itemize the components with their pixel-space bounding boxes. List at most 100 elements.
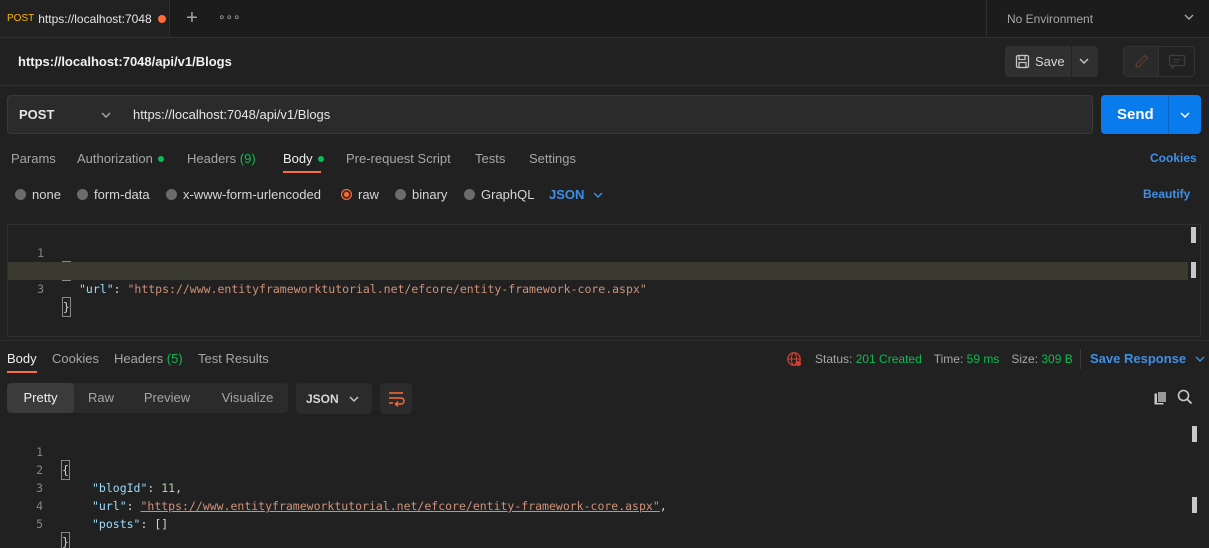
beautify-link[interactable]: Beautify [1143, 187, 1190, 201]
radio-none[interactable]: none [15, 187, 61, 202]
json-value: [] [154, 517, 169, 531]
code-line: 3 "url": "https://www.entityframeworktut… [7, 461, 1187, 513]
tab-params[interactable]: Params [11, 151, 56, 166]
environment-label: No Environment [1007, 11, 1094, 26]
status-dot-icon [317, 155, 324, 162]
json-key: "posts" [92, 517, 141, 531]
search-icon[interactable] [1177, 389, 1193, 405]
size-label: Size: [1011, 352, 1039, 366]
method-select[interactable]: POST [7, 95, 123, 134]
radio-graphql[interactable]: GraphQL [464, 187, 534, 202]
tab-url: https://localhost:7048 [38, 11, 152, 26]
code-line: 4 "posts": [] [7, 479, 1187, 531]
scrollbar-marker [1191, 262, 1196, 278]
resp-tab-headers[interactable]: Headers (5) [114, 351, 183, 366]
resp-tab-test-results[interactable]: Test Results [198, 351, 269, 366]
chevron-down-icon [1195, 356, 1205, 362]
wrap-lines-icon [389, 392, 405, 407]
save-response-button[interactable]: Save Response [1090, 351, 1206, 366]
view-pretty[interactable]: Pretty [7, 383, 74, 413]
comment-icon[interactable] [1168, 54, 1186, 70]
line-number: 3 [37, 282, 44, 296]
save-button[interactable]: Save [1005, 46, 1098, 77]
tab-headers[interactable]: Headers (9) [187, 151, 256, 166]
docs-toggle-group [1123, 46, 1195, 77]
resp-tab-body[interactable]: Body [7, 351, 37, 366]
send-button[interactable]: Send [1101, 95, 1201, 134]
body-format-select[interactable]: JSON [549, 187, 604, 202]
request-title: https://localhost:7048/api/v1/Blogs [18, 54, 232, 69]
request-body-editor[interactable]: 1 { 2 "url": "https://www.entityframewor… [7, 224, 1201, 337]
status-dot-icon [157, 155, 164, 162]
json-sep: : [113, 282, 128, 296]
json-key: "url" [79, 282, 114, 296]
copy-icon[interactable] [1153, 390, 1169, 406]
radio-icon [77, 189, 88, 201]
unsaved-dot-icon [158, 14, 167, 23]
radio-graphql-label: GraphQL [481, 187, 535, 202]
wrap-lines-button[interactable] [380, 383, 412, 414]
radio-raw[interactable]: raw [341, 187, 379, 202]
environment-select[interactable]: No Environment [986, 0, 1209, 37]
code-line: 2 "blogId": 11, [7, 443, 1187, 495]
chevron-down-icon [101, 112, 111, 118]
chevron-down-icon[interactable] [1178, 108, 1192, 122]
scrollbar[interactable] [1191, 227, 1196, 243]
scrollbar[interactable] [1192, 426, 1197, 442]
code-text: "url": "https://www.entityframeworktutor… [79, 280, 647, 298]
cookies-link[interactable]: Cookies [1150, 151, 1197, 165]
new-tab-button[interactable]: + [183, 8, 201, 28]
response-format-label: JSON [306, 391, 339, 406]
status-value: 201 Created [855, 352, 922, 366]
view-visualize[interactable]: Visualize [209, 383, 286, 413]
globe-icon[interactable] [786, 351, 802, 367]
response-view-switcher: Pretty Raw Preview Visualize [7, 383, 288, 413]
radio-icon [166, 189, 177, 201]
send-divider [1168, 95, 1169, 134]
tab-body[interactable]: Body [283, 151, 324, 166]
response-divider [0, 340, 1209, 341]
code-line-current: 3 } [8, 262, 1188, 317]
code-line: 5 } [7, 497, 1187, 548]
resp-tab-headers-label: Headers [114, 351, 164, 366]
chevron-down-icon[interactable] [1077, 54, 1091, 68]
radio-binary[interactable]: binary [395, 187, 447, 202]
tab-body-label: Body [283, 151, 313, 166]
request-tab[interactable]: POST https://localhost:7048 [0, 0, 170, 37]
tab-authorization[interactable]: Authorization [77, 151, 164, 166]
tab-pre-request-script[interactable]: Pre-request Script [346, 151, 451, 166]
response-body-viewer[interactable]: 1 { 2 "blogId": 11, 3 "url": "https://ww… [7, 424, 1201, 548]
tab-headers-label: Headers [187, 151, 237, 166]
save-icon [1015, 54, 1030, 69]
response-status: Status: 201 Created Time: 59 ms Size: 30… [786, 351, 1073, 367]
tab-tests[interactable]: Tests [475, 151, 505, 166]
size-value: 309 B [1041, 352, 1073, 366]
json-value: "https://www.entityframeworktutorial.net… [127, 282, 647, 296]
code-line: 1 { [8, 226, 1188, 281]
resp-headers-count: (5) [166, 351, 183, 366]
code-text: "posts": [] [92, 515, 168, 533]
radio-form-data[interactable]: form-data [77, 187, 150, 202]
radio-urlencoded[interactable]: x-www-form-urlencoded [166, 187, 321, 202]
tab-bar: POST https://localhost:7048 + ∘∘∘ No Env… [0, 0, 1209, 38]
active-tab-indicator [7, 371, 37, 373]
view-raw[interactable]: Raw [75, 383, 127, 413]
radio-icon [15, 189, 26, 201]
json-sep: : [140, 517, 155, 531]
response-format-select[interactable]: JSON [296, 383, 372, 414]
tab-authorization-label: Authorization [77, 151, 153, 166]
more-tabs-icon[interactable]: ∘∘∘ [218, 10, 241, 24]
body-format-label: JSON [549, 187, 585, 202]
radio-raw-label: raw [358, 187, 379, 202]
tab-method: POST [7, 13, 35, 24]
chevron-down-icon [593, 192, 603, 198]
radio-icon [395, 189, 406, 201]
edit-button[interactable] [1124, 47, 1159, 76]
url-input[interactable] [122, 95, 1093, 134]
headers-count: (9) [239, 151, 256, 166]
view-preview[interactable]: Preview [131, 383, 203, 413]
tab-settings[interactable]: Settings [529, 151, 576, 166]
time-label: Time: [933, 352, 964, 366]
resp-tab-cookies[interactable]: Cookies [52, 351, 99, 366]
radio-none-label: none [32, 187, 61, 202]
